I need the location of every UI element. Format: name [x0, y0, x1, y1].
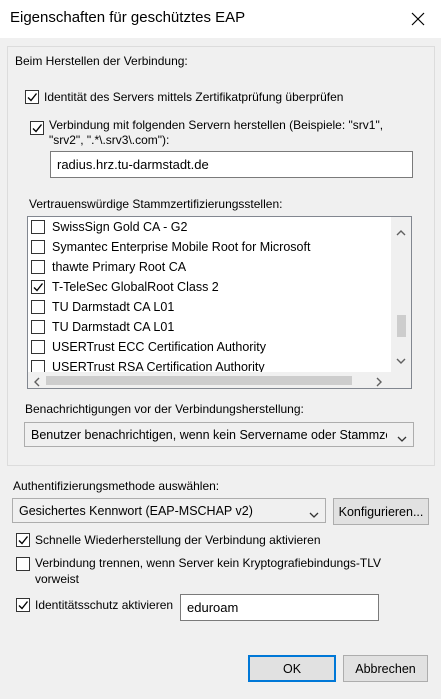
ca-checkbox[interactable] — [31, 300, 45, 314]
ca-checkbox[interactable] — [31, 220, 45, 234]
ca-label: TU Darmstadt CA L01 — [52, 300, 175, 314]
list-item[interactable]: USERTrust ECC Certification Authority — [28, 337, 388, 357]
window-title: Eigenschaften für geschütztes EAP — [10, 9, 246, 26]
list-item[interactable]: TU Darmstadt CA L01 — [28, 297, 388, 317]
connect-servers-label-line2[interactable]: "srv2", ".*\.srv3\.com"): — [49, 133, 169, 147]
chevron-down-icon — [309, 507, 319, 521]
ca-checkbox[interactable] — [31, 280, 45, 294]
connection-group-label: Beim Herstellen der Verbindung: — [15, 54, 188, 68]
close-icon — [411, 12, 425, 26]
fast-reconnect-checkbox[interactable] — [16, 533, 30, 547]
auth-method-label: Authentifizierungsmethode auswählen: — [13, 479, 220, 493]
chevron-left-icon — [34, 377, 40, 387]
scroll-thumb[interactable] — [397, 315, 406, 337]
checkmark-icon — [18, 536, 29, 545]
fast-reconnect-label[interactable]: Schnelle Wiederherstellung der Verbindun… — [35, 533, 321, 547]
list-item[interactable]: Symantec Enterprise Mobile Root for Micr… — [28, 237, 388, 257]
ca-label: thawte Primary Root CA — [52, 260, 187, 274]
vertical-scrollbar[interactable] — [391, 217, 411, 372]
notifications-label: Benachrichtigungen vor der Verbindungshe… — [25, 402, 304, 416]
list-item[interactable]: TU Darmstadt CA L01 — [28, 317, 388, 337]
ca-label: TU Darmstadt CA L01 — [52, 320, 175, 334]
checkmark-icon — [32, 124, 43, 133]
trusted-ca-label: Vertrauenswürdige Stammzertifizierungsst… — [29, 197, 283, 211]
chevron-right-icon — [376, 377, 382, 387]
server-names-input[interactable]: radius.hrz.tu-darmstadt.de — [50, 151, 413, 178]
ca-label: T-TeleSec GlobalRoot Class 2 — [52, 280, 219, 294]
ok-button[interactable]: OK — [248, 655, 336, 682]
checkmark-icon — [33, 283, 44, 292]
list-item[interactable]: T-TeleSec GlobalRoot Class 2 — [28, 277, 388, 297]
notifications-dropdown[interactable]: Benutzer benachrichtigen, wenn kein Serv… — [24, 422, 414, 447]
connect-servers-label-line1[interactable]: Verbindung mit folgenden Servern herstel… — [49, 118, 383, 132]
scroll-up-button[interactable] — [396, 225, 406, 239]
ca-checkbox[interactable] — [31, 320, 45, 334]
hscroll-thumb[interactable] — [46, 376, 352, 385]
disconnect-tlv-label-line1[interactable]: Verbindung trennen, wenn Server kein Kry… — [35, 556, 381, 570]
notifications-value: Benutzer benachrichtigen, wenn kein Serv… — [31, 427, 387, 442]
ca-checkbox[interactable] — [31, 260, 45, 274]
ca-label: Symantec Enterprise Mobile Root for Micr… — [52, 240, 311, 254]
trusted-ca-list[interactable]: SwissSign Gold CA - G2 Symantec Enterpri… — [27, 216, 412, 389]
connect-servers-checkbox[interactable] — [30, 121, 44, 135]
horizontal-scrollbar[interactable] — [28, 372, 391, 388]
list-item[interactable]: SwissSign Gold CA - G2 — [28, 217, 388, 237]
checkmark-icon — [27, 93, 38, 102]
configure-button[interactable]: Konfigurieren... — [333, 498, 429, 525]
ca-label: SwissSign Gold CA - G2 — [52, 220, 188, 234]
verify-cert-label[interactable]: Identität des Servers mittels Zertifikat… — [44, 90, 343, 104]
verify-cert-checkbox[interactable] — [25, 90, 39, 104]
scroll-right-button[interactable] — [376, 376, 382, 388]
ca-checkbox[interactable] — [31, 340, 45, 354]
chevron-down-icon — [397, 431, 407, 445]
auth-method-value: Gesichertes Kennwort (EAP-MSCHAP v2) — [19, 503, 253, 518]
chevron-up-icon — [396, 230, 406, 236]
identity-privacy-checkbox[interactable] — [16, 598, 30, 612]
disconnect-tlv-checkbox[interactable] — [16, 557, 30, 571]
chevron-down-icon — [396, 358, 406, 364]
ca-label: USERTrust ECC Certification Authority — [52, 340, 266, 354]
cancel-button[interactable]: Abbrechen — [343, 655, 428, 682]
scrollbar-corner — [391, 372, 411, 388]
close-button[interactable] — [402, 4, 434, 34]
auth-method-dropdown[interactable]: Gesichertes Kennwort (EAP-MSCHAP v2) — [12, 498, 326, 523]
identity-privacy-label[interactable]: Identitätsschutz aktivieren — [35, 598, 173, 612]
scroll-left-button[interactable] — [34, 376, 40, 388]
ca-checkbox[interactable] — [31, 240, 45, 254]
checkmark-icon — [18, 601, 29, 610]
disconnect-tlv-label-line2[interactable]: vorweist — [35, 572, 79, 586]
scroll-down-button[interactable] — [396, 353, 406, 367]
list-item[interactable]: thawte Primary Root CA — [28, 257, 388, 277]
anonymous-identity-input[interactable]: eduroam — [180, 594, 379, 621]
